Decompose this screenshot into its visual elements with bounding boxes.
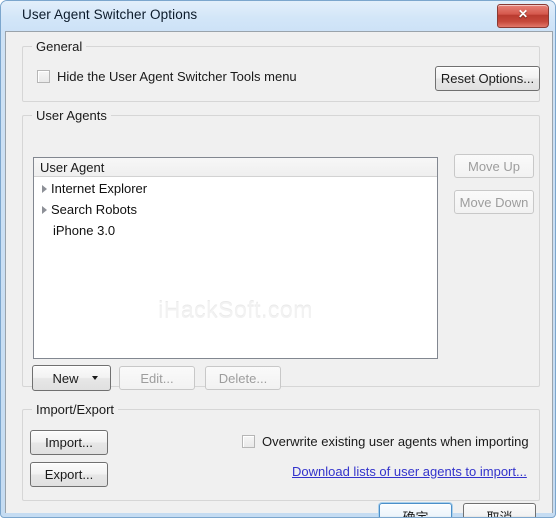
title-bar[interactable]: User Agent Switcher Options ✕ [1,1,555,31]
user-agents-group-label: User Agents [32,108,111,123]
hide-tools-menu-checkbox[interactable] [37,70,50,83]
general-group: General Hide the User Agent Switcher Too… [22,39,540,102]
window-title: User Agent Switcher Options [22,7,198,22]
move-down-button[interactable]: Move Down [454,190,534,214]
new-button[interactable]: New [32,365,111,391]
list-item-label: iPhone 3.0 [53,223,116,238]
list-item[interactable]: Search Robots [34,199,437,220]
export-button[interactable]: Export... [30,462,108,487]
user-agents-listview[interactable]: User Agent Internet Explorer Search Robo… [33,157,438,359]
listview-body[interactable]: Internet Explorer Search Robots iPhone 3… [34,177,437,323]
reset-options-button[interactable]: Reset Options... [435,66,540,91]
dialog-window: User Agent Switcher Options ✕ General Hi… [0,0,556,518]
import-export-group: Import/Export [22,402,540,501]
listview-header[interactable]: User Agent [34,158,437,177]
cancel-button[interactable]: 取消 [463,503,536,517]
expand-arrow-icon[interactable] [38,184,51,193]
close-icon: ✕ [517,7,529,21]
move-up-button[interactable]: Move Up [454,154,534,178]
overwrite-checkbox-row[interactable]: Overwrite existing user agents when impo… [242,434,529,449]
delete-button[interactable]: Delete... [205,366,281,390]
import-export-group-label: Import/Export [32,402,119,417]
download-lists-link[interactable]: Download lists of user agents to import.… [292,464,527,479]
edit-button[interactable]: Edit... [119,366,195,390]
general-group-label: General [32,39,87,54]
overwrite-checkbox[interactable] [242,435,255,448]
overwrite-label: Overwrite existing user agents when impo… [262,434,529,449]
hide-tools-menu-checkbox-row[interactable]: Hide the User Agent Switcher Tools menu [37,69,297,84]
column-header-user-agent[interactable]: User Agent [34,160,104,175]
list-item-label: Search Robots [51,202,137,217]
list-item[interactable]: Internet Explorer [34,178,437,199]
chevron-down-icon[interactable] [92,376,98,380]
list-item-label: Internet Explorer [51,181,148,196]
close-button[interactable]: ✕ [497,4,549,28]
import-button[interactable]: Import... [30,430,108,455]
list-item[interactable]: iPhone 3.0 [34,220,437,241]
new-button-label: New [52,370,79,386]
expand-arrow-icon[interactable] [38,205,51,214]
dialog-client-area: General Hide the User Agent Switcher Too… [5,31,553,517]
watermark: iHackSoft.com [158,297,313,323]
ok-button[interactable]: 确定 [379,503,452,517]
hide-tools-menu-label: Hide the User Agent Switcher Tools menu [57,69,297,84]
